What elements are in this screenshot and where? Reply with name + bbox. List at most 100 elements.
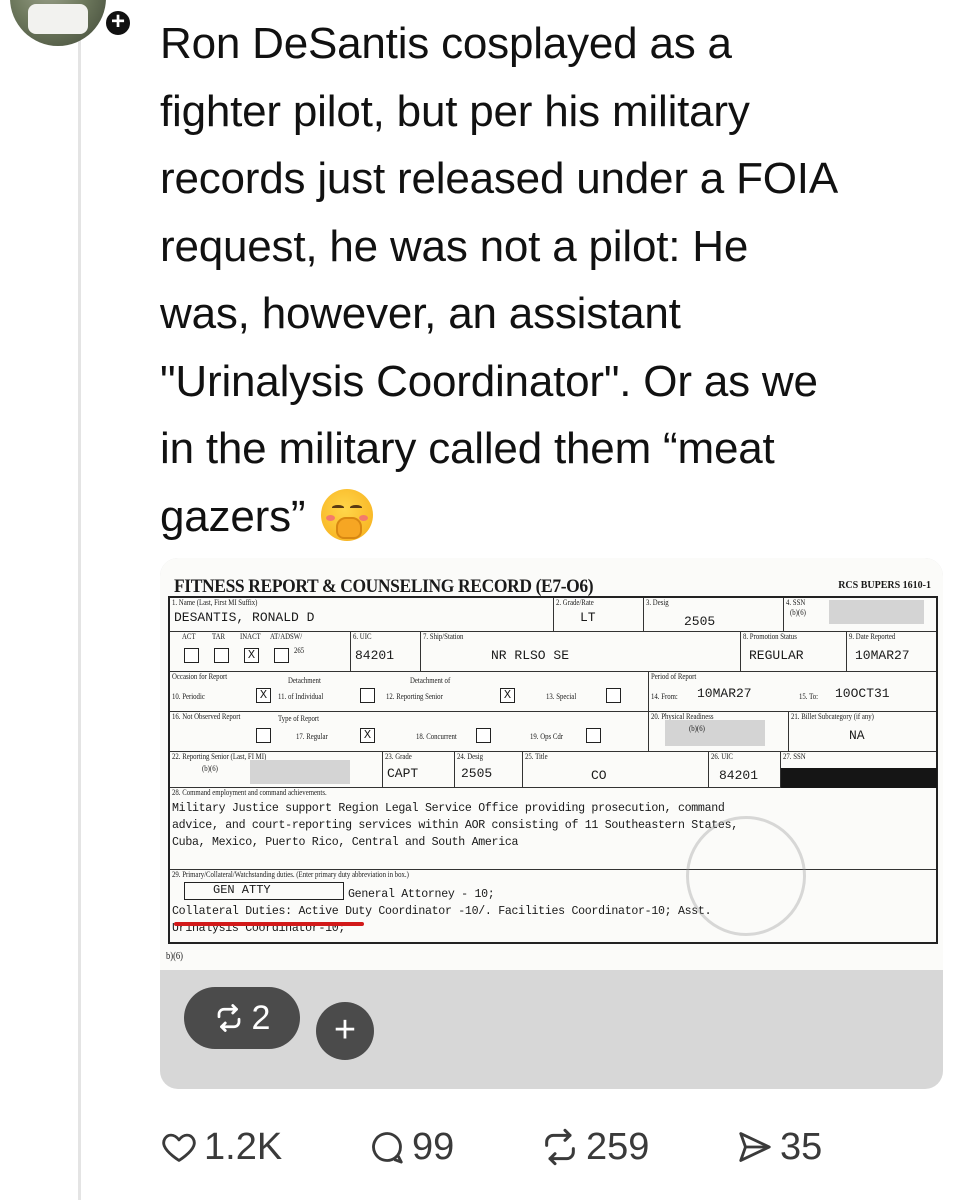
checkbox-reporting-senior: X xyxy=(500,686,515,704)
form-label: 2. Grade/Rate xyxy=(556,598,594,607)
form-label: 23. Grade xyxy=(385,752,412,761)
post-line: in the military called them “meat xyxy=(160,424,775,473)
form-label: ACT xyxy=(182,632,196,641)
form-label: 9. Date Reported xyxy=(849,632,896,641)
doc-rcs: RCS BUPERS 1610-1 xyxy=(838,580,931,591)
post-line: "Urinalysis Coordinator". Or as we xyxy=(160,356,818,406)
reply-bubble-icon xyxy=(372,1132,403,1164)
form-label: 27. SSN xyxy=(783,752,806,761)
post-text: Ron DeSantis cosplayed as a fighter pilo… xyxy=(160,10,960,550)
form-grid: 1. Name (Last, First MI Suffix) DESANTIS… xyxy=(168,596,938,944)
form-label: 7. Ship/Station xyxy=(423,632,464,641)
redacted-mark: (b)(6) xyxy=(790,608,806,617)
form-label: 1. Name (Last, First MI Suffix) xyxy=(172,598,258,607)
form-label: 13. Special xyxy=(546,692,577,701)
form-row: 1. Name (Last, First MI Suffix) DESANTIS… xyxy=(170,598,936,632)
desig-value: 2505 xyxy=(684,614,716,629)
form-label: 25. Title xyxy=(525,752,548,761)
form-cell: 21. Billet Subcategory (if any) NA xyxy=(788,712,936,751)
checkbox-not-observed xyxy=(256,726,271,744)
form-cell: 20. Physical Readiness (b)(6) xyxy=(648,712,788,751)
form-cell: 7. Ship/Station NR RLSO SE xyxy=(420,632,740,671)
stamp-watermark xyxy=(686,816,806,936)
form-row: Occasion for Report 10. Periodic X 11. o… xyxy=(170,672,936,712)
form-cell: 24. Desig 2505 xyxy=(454,752,522,787)
form-label: 4. SSN xyxy=(786,598,806,607)
promo-value: REGULAR xyxy=(749,648,804,663)
like-count: 1.2K xyxy=(204,1125,283,1168)
to-value: 10OCT31 xyxy=(835,686,890,701)
action-bar: 1.2K 99 259 35 xyxy=(160,1122,940,1172)
repost-button[interactable]: 259 xyxy=(540,1122,649,1172)
red-underline-annotation xyxy=(174,922,364,926)
rs-title-value: CO xyxy=(591,768,607,783)
billet-value: NA xyxy=(849,728,865,743)
form-cell: 6. UIC 84201 xyxy=(350,632,420,671)
date-value: 10MAR27 xyxy=(855,648,910,663)
form-label: Type of Report xyxy=(278,714,320,723)
avatar[interactable] xyxy=(10,0,106,46)
command-line: advice, and court-reporting services wit… xyxy=(172,819,738,832)
form-row: 28. Command employment and command achie… xyxy=(170,788,936,870)
form-label: 19. Ops Cdr xyxy=(530,732,564,741)
reply-button[interactable]: 99 xyxy=(368,1122,454,1172)
redacted-mark: (b)(6) xyxy=(689,724,705,733)
checkbox-atadsw xyxy=(274,646,289,664)
doc-title: FITNESS REPORT & COUNSELING RECORD (E7-O… xyxy=(174,576,594,597)
follow-plus-icon[interactable]: + xyxy=(103,8,133,38)
ship-value: NR RLSO SE xyxy=(491,648,570,663)
form-row: 29. Primary/Collateral/Watchstanding dut… xyxy=(170,870,936,946)
rs-desig-value: 2505 xyxy=(461,766,493,781)
name-value: DESANTIS, RONALD D xyxy=(174,610,315,625)
from-value: 10MAR27 xyxy=(697,686,752,701)
form-row: ACT TAR INACT AT/ADSW/ X 265 6. UIC 8420… xyxy=(170,632,936,672)
form-row: 22. Reporting Senior (Last, FI MI) (b)(6… xyxy=(170,752,937,788)
post-line: was, however, an assistant xyxy=(160,289,681,338)
form-label: 14. From: xyxy=(651,692,678,701)
form-label: 24. Desig xyxy=(457,752,484,761)
form-label: 21. Billet Subcategory (if any) xyxy=(791,712,874,721)
form-label: Detachment xyxy=(288,676,321,685)
media-repost-count: 2 xyxy=(251,998,271,1037)
reply-count: 99 xyxy=(412,1125,455,1168)
duties-text: General Attorney - 10; Collateral Duties… xyxy=(172,886,712,937)
add-button[interactable]: + xyxy=(316,1002,374,1060)
form-cell: 2. Grade/Rate LT xyxy=(553,598,643,631)
share-button[interactable]: 35 xyxy=(736,1122,822,1172)
form-label: Detachment of xyxy=(410,676,451,685)
redaction-box-dark xyxy=(781,768,937,788)
like-button[interactable]: 1.2K xyxy=(160,1122,282,1172)
form-label: TAR xyxy=(212,632,226,641)
post-line: Ron DeSantis cosplayed as a xyxy=(160,19,732,68)
form-label: 18. Concurrent xyxy=(416,732,457,741)
form-row: 16. Not Observed Report Type of Report 1… xyxy=(170,712,936,752)
command-line: Military Justice support Region Legal Se… xyxy=(172,802,725,815)
checkbox-inact: X xyxy=(244,646,259,664)
form-cell: 4. SSN (b)(6) xyxy=(783,598,936,631)
rs-grade-value: CAPT xyxy=(387,766,419,781)
form-label: 265 xyxy=(294,646,305,655)
form-label: INACT xyxy=(240,632,261,641)
checkbox-tar xyxy=(214,646,229,664)
form-cell: 3. Desig 2505 xyxy=(643,598,783,631)
checkbox-individual xyxy=(360,686,375,704)
post-line: request, he was not a pilot: He xyxy=(160,221,749,271)
media-attachment[interactable]: FITNESS REPORT & COUNSELING RECORD (E7-O… xyxy=(160,558,943,1089)
repost-count: 259 xyxy=(586,1125,650,1168)
thread-line xyxy=(78,40,81,1200)
redaction-box xyxy=(250,760,350,784)
heart-icon xyxy=(162,1133,196,1162)
form-label: Occasion for Report xyxy=(172,672,228,681)
hand-over-mouth-emoji-icon xyxy=(321,488,374,541)
redacted-mark: b)(6) xyxy=(166,951,183,962)
repost-icon xyxy=(217,1004,240,1032)
form-label: 6. UIC xyxy=(353,632,372,641)
media-repost-button[interactable]: 2 xyxy=(184,987,300,1049)
uic-value: 84201 xyxy=(355,648,395,663)
duties-line: General Attorney - 10; xyxy=(348,888,495,901)
redaction-box xyxy=(665,720,765,746)
form-cell: 8. Promotion Status REGULAR xyxy=(740,632,846,671)
send-icon xyxy=(739,1132,771,1162)
form-label: 12. Reporting Senior xyxy=(386,692,443,701)
checkbox-periodic: X xyxy=(256,686,271,704)
